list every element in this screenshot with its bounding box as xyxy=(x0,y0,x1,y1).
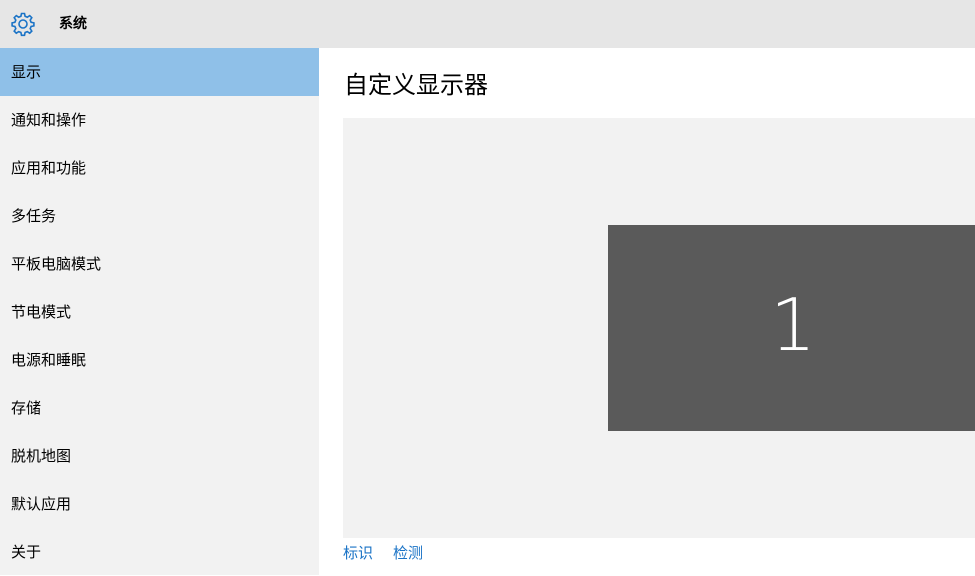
sidebar-item-multitasking[interactable]: 多任务 xyxy=(0,192,319,240)
detect-link[interactable]: 检测 xyxy=(393,543,423,563)
sidebar-item-about[interactable]: 关于 xyxy=(0,528,319,576)
identify-link[interactable]: 标识 xyxy=(343,543,373,563)
sidebar-item-storage[interactable]: 存储 xyxy=(0,384,319,432)
monitor-tile[interactable]: 1 xyxy=(608,225,975,431)
sidebar-item-display[interactable]: 显示 xyxy=(0,48,319,96)
window-title: 系统 xyxy=(59,16,87,32)
sidebar-item-offline-maps[interactable]: 脱机地图 xyxy=(0,432,319,480)
sidebar-item-apps-features[interactable]: 应用和功能 xyxy=(0,144,319,192)
page-title: 自定义显示器 xyxy=(344,71,488,99)
sidebar-item-tablet-mode[interactable]: 平板电脑模式 xyxy=(0,240,319,288)
sidebar-item-battery-saver[interactable]: 节电模式 xyxy=(0,288,319,336)
sidebar: 显示 通知和操作 应用和功能 多任务 平板电脑模式 节电模式 电源和睡眠 存储 … xyxy=(0,48,319,575)
gear-icon[interactable] xyxy=(10,11,36,37)
sidebar-item-notifications[interactable]: 通知和操作 xyxy=(0,96,319,144)
title-bar: 系统 xyxy=(0,0,975,48)
main-content: 自定义显示器 1 标识 检测 xyxy=(319,48,975,575)
monitor-number: 1 xyxy=(770,283,816,367)
sidebar-item-power-sleep[interactable]: 电源和睡眠 xyxy=(0,336,319,384)
sidebar-item-default-apps[interactable]: 默认应用 xyxy=(0,480,319,528)
display-arrangement-area: 1 xyxy=(343,118,975,538)
